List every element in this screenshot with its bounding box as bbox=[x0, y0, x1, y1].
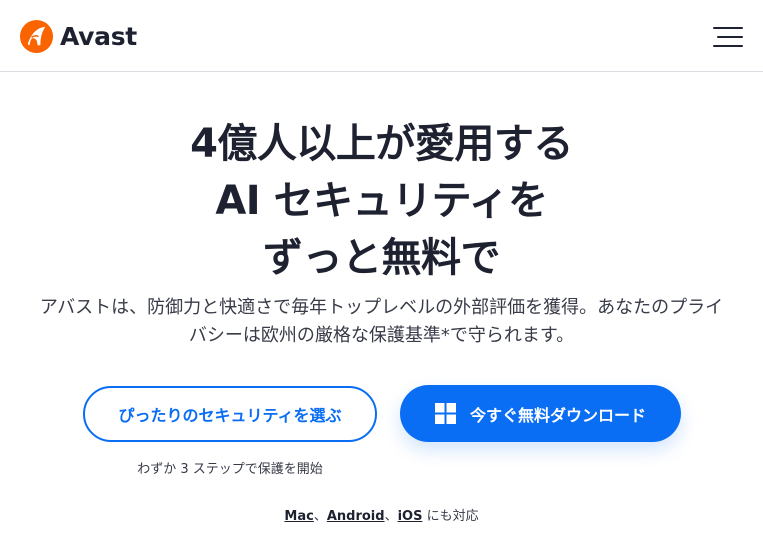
android-link[interactable]: Android bbox=[327, 509, 385, 524]
ios-link[interactable]: iOS bbox=[398, 509, 423, 524]
brand-name: Avast bbox=[60, 21, 137, 51]
separator: 、 bbox=[384, 509, 398, 524]
steps-note: わずか 3 ステップで保護を開始 bbox=[137, 462, 323, 477]
hamburger-menu-icon[interactable] bbox=[710, 24, 746, 50]
hero-title: 4億人以上が愛用する AI セキュリティを ずっと無料で bbox=[0, 116, 763, 287]
hero-title-line: AI セキュリティを bbox=[215, 178, 548, 224]
choose-security-button[interactable]: ぴったりのセキュリティを選ぶ bbox=[83, 386, 377, 442]
hero-description-line: バシーは欧州の厳格な保護基準*で守られます。 bbox=[188, 325, 575, 346]
free-download-button[interactable]: 今すぐ無料ダウンロード bbox=[400, 385, 681, 442]
platform-support-suffix: にも対応 bbox=[422, 509, 479, 524]
mac-link[interactable]: Mac bbox=[284, 509, 313, 524]
hero-title-line: 4億人以上が愛用する bbox=[190, 121, 573, 167]
free-download-label: 今すぐ無料ダウンロード bbox=[469, 405, 646, 425]
avast-logo[interactable]: Avast bbox=[19, 18, 137, 54]
hero-title-line: ずっと無料で bbox=[263, 235, 501, 281]
windows-icon bbox=[434, 403, 456, 424]
avast-logo-icon bbox=[19, 19, 54, 53]
separator: 、 bbox=[313, 509, 327, 524]
platform-support: Mac、Android、iOS にも対応 bbox=[0, 505, 763, 524]
hero-description-line: アバストは、防御力と快適さで毎年トップレベルの外部評価を獲得。あなたのプライ bbox=[39, 297, 724, 318]
site-header: Avast bbox=[0, 0, 763, 72]
hero-description: アバストは、防御力と快適さで毎年トップレベルの外部評価を獲得。あなたのプライ バ… bbox=[30, 294, 733, 350]
